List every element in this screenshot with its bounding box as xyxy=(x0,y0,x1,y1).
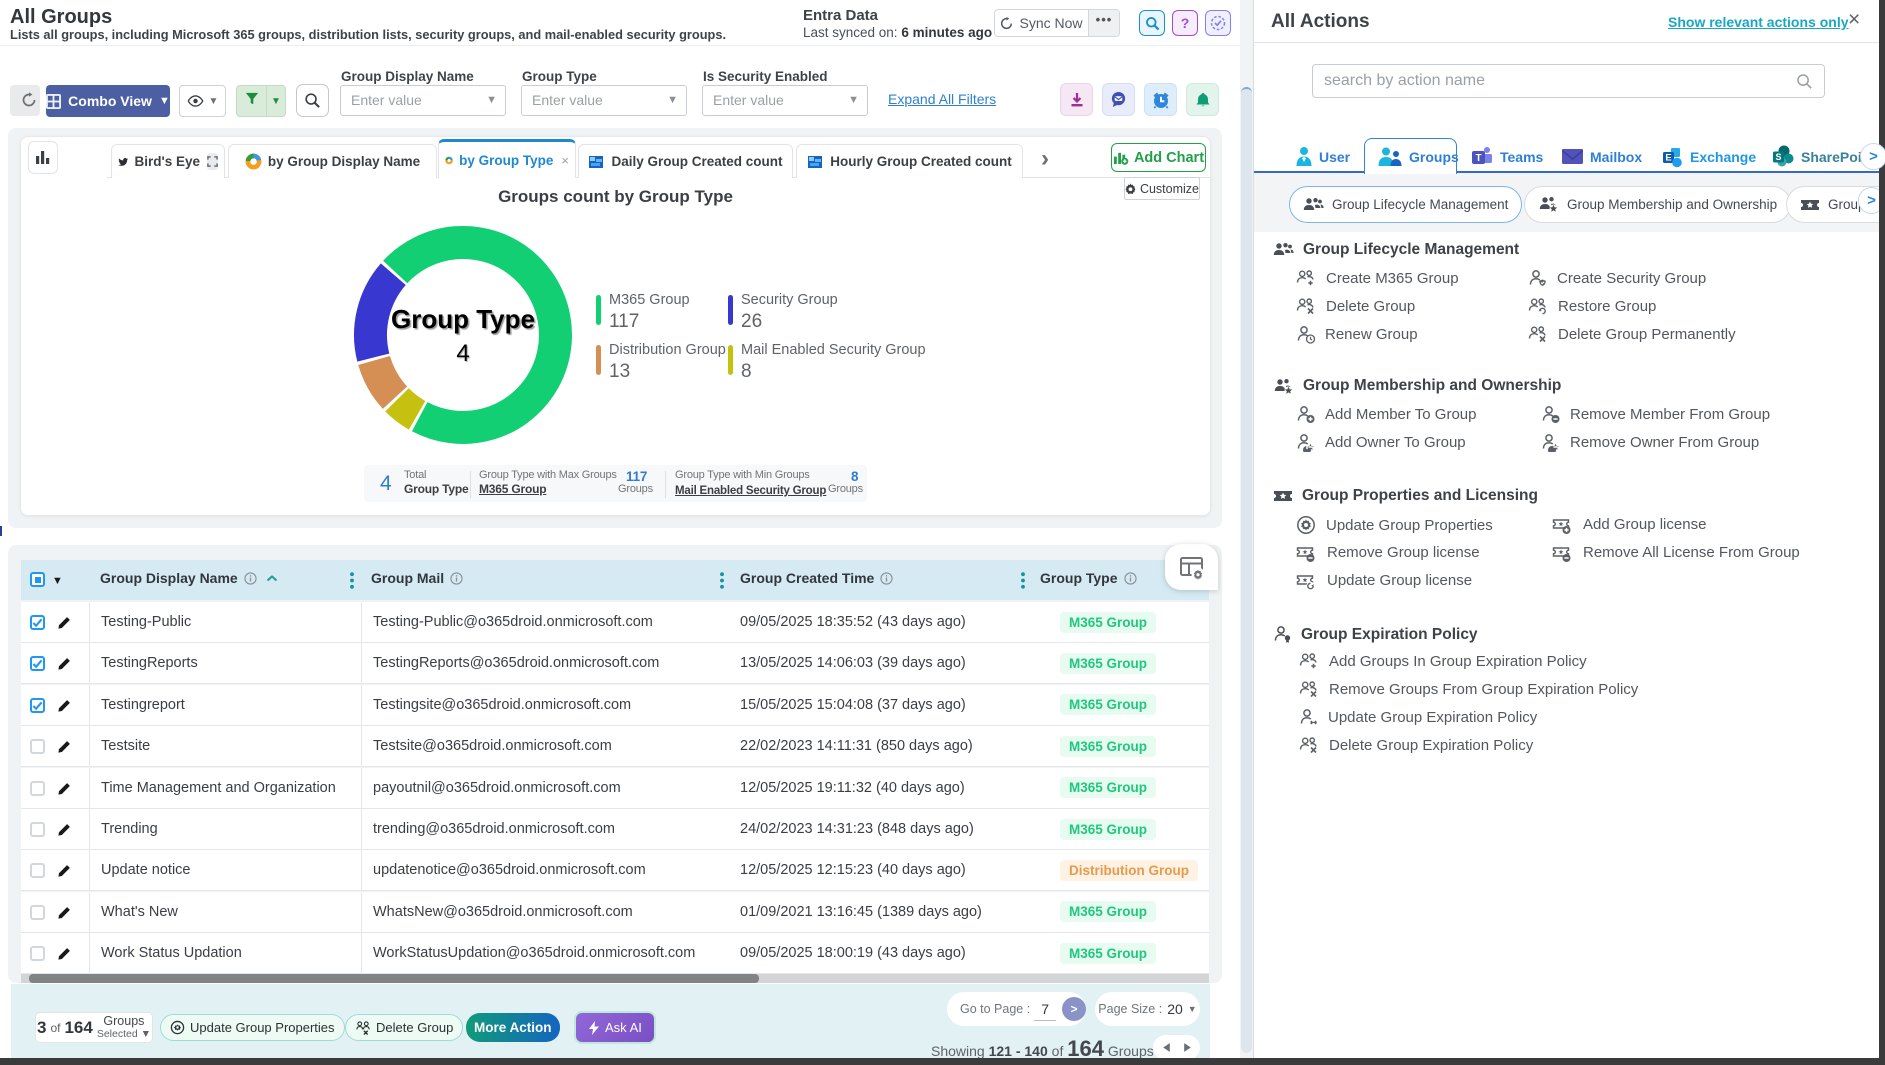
svg-text:S: S xyxy=(1775,152,1781,162)
svg-text:E: E xyxy=(1665,152,1671,163)
svg-text:T: T xyxy=(1475,153,1481,164)
